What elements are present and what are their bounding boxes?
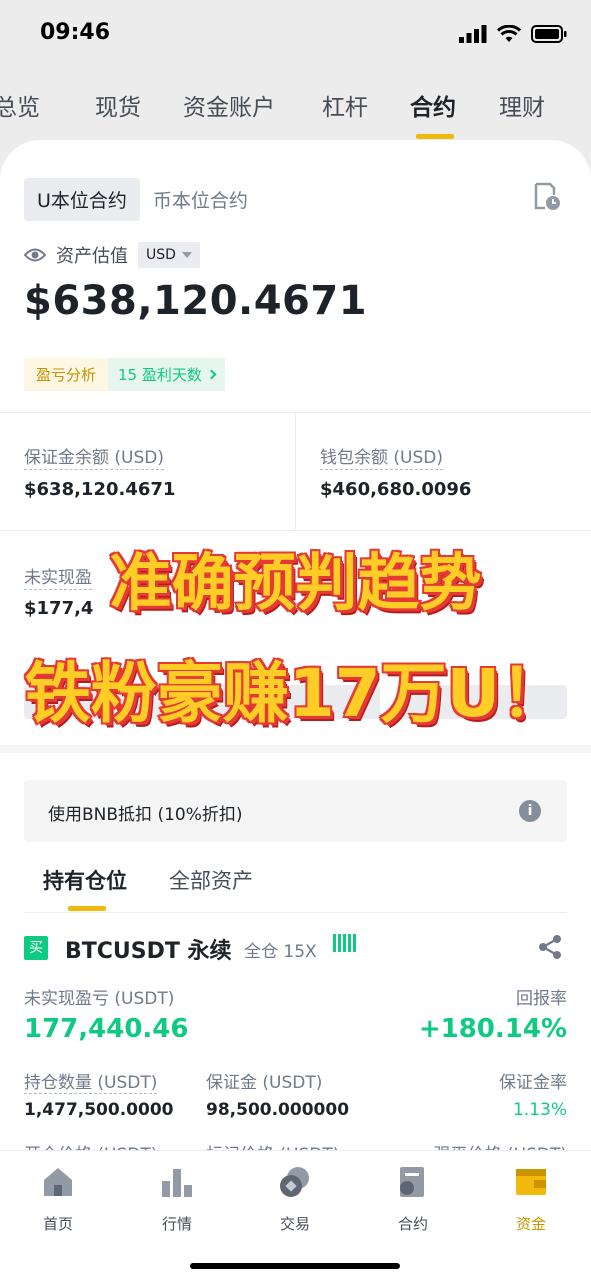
tabbar-home-label: 首页 [42,1215,73,1233]
signal-icon [459,25,487,43]
tab-futures[interactable]: 合约 [410,88,456,122]
margin-ratio-label: 保证金率 [499,1073,567,1093]
position-size-value: 1,477,500.0000 [24,1100,174,1120]
tabbar-futures[interactable]: 合约 [368,1165,458,1234]
active-tab-indicator [416,134,454,139]
futures-icon [400,1167,424,1197]
profit-days-label: 15 盈利天数 [118,366,202,384]
tab-all-assets[interactable]: 全部资产 [169,865,253,895]
tabbar-markets[interactable]: 行情 [132,1165,222,1234]
currency-select[interactable]: USD [138,242,200,268]
eye-icon[interactable] [24,247,46,263]
entry-price-label[interactable]: 开仓价格 (USDT) [24,1140,157,1150]
margin-mode-leverage[interactable]: 全仓 15X [244,937,317,962]
tabbar-wallet[interactable]: 资金 [486,1165,576,1234]
info-icon[interactable]: i [519,800,541,822]
contract-type-switch: U本位合约 币本位合约 [24,178,261,221]
margin-ratio-value: 1.13% [512,1100,567,1120]
home-indicator [190,1263,400,1269]
home-icon [44,1168,72,1196]
tabbar-futures-label: 合约 [397,1215,428,1233]
active-subtab-indicator [68,906,106,911]
tabbar-home[interactable]: 首页 [13,1165,103,1234]
promo-overlay-line1: 准确预判趋势 [108,545,483,621]
tab-positions[interactable]: 持有仓位 [43,865,127,895]
divider [24,912,567,913]
buy-side-badge: 买 [24,936,48,960]
markets-icon [162,1169,192,1197]
unrealized-pnl-usdt-label: 未实现盈亏 (USDT) [24,989,175,1009]
pnl-row: 盈亏分析 15 盈利天数 [24,358,225,391]
total-asset-value: $638,120.4671 [24,278,368,324]
position-margin-value: 98,500.000000 [206,1100,350,1120]
share-icon[interactable] [537,934,563,960]
asset-valuation-label: 资产估值 [56,246,128,267]
tab-overview[interactable]: 总览 [0,88,40,122]
battery-icon [531,25,567,43]
position-symbol[interactable]: BTCUSDT 永续 [65,933,232,965]
margin-balance-value: $638,120.4671 [24,479,176,500]
tabbar-wallet-label: 资金 [515,1215,546,1233]
tab-spot[interactable]: 现货 [95,88,141,122]
position-margin-label: 保证金 (USDT) [206,1073,323,1093]
tabbar-markets-label: 行情 [161,1215,192,1233]
status-icons [459,25,567,43]
bottom-tab-bar: 首页 行情 交易 合约 资金 [0,1150,591,1280]
tabbar-trade[interactable]: 交易 [250,1165,340,1234]
coinm-futures-button[interactable]: 币本位合约 [140,178,261,221]
bnb-deduction-banner[interactable]: 使用BNB抵扣 (10%折扣) i [24,780,567,842]
asset-valuation-row: 资产估值 USD [24,242,200,268]
section-gap [0,745,591,753]
currency-value: USD [146,247,176,263]
position-size-label[interactable]: 持仓数量 (USDT) [24,1068,158,1094]
tabbar-trade-label: 交易 [279,1215,310,1233]
tab-funding[interactable]: 资金账户 [183,88,275,122]
mark-price-label[interactable]: 标记价格 (USDT) [206,1140,339,1150]
liquidation-price-label[interactable]: 强平价格 (USDT) [434,1140,567,1150]
wallet-icon [516,1169,546,1195]
status-bar: 09:46 [0,0,591,70]
usdm-futures-button[interactable]: U本位合约 [24,178,140,221]
unrealized-pnl-usdt-value: 177,440.46 [24,1014,189,1044]
tab-margin[interactable]: 杠杆 [322,88,368,122]
status-time: 09:46 [40,20,111,45]
wifi-icon [497,25,521,42]
pnl-analysis-button[interactable]: 盈亏分析 [24,358,109,391]
chevron-down-icon [181,252,192,258]
divider [0,530,591,531]
wallet-balance-value: $460,680.0096 [320,479,472,500]
margin-balance-label[interactable]: 保证金余额 (USD) [24,443,164,470]
profit-days-button[interactable]: 15 盈利天数 [108,358,225,391]
bnb-deduction-text: 使用BNB抵扣 (10%折扣) [48,805,243,825]
account-tabs: 总览 现货 资金账户 杠杆 合约 理财 [0,72,591,142]
wallet-balance-label[interactable]: 钱包余额 (USD) [320,443,443,470]
divider [295,412,296,530]
trade-icon [280,1167,309,1197]
chevron-right-icon [206,369,217,380]
roe-value: +180.14% [418,1014,567,1044]
history-icon[interactable] [533,182,561,212]
roe-label: 回报率 [516,989,567,1009]
promo-overlay-line2: 铁粉豪赚17万U！ [23,654,567,734]
adl-indicator-icon [333,934,356,952]
tab-earn[interactable]: 理财 [499,88,545,122]
